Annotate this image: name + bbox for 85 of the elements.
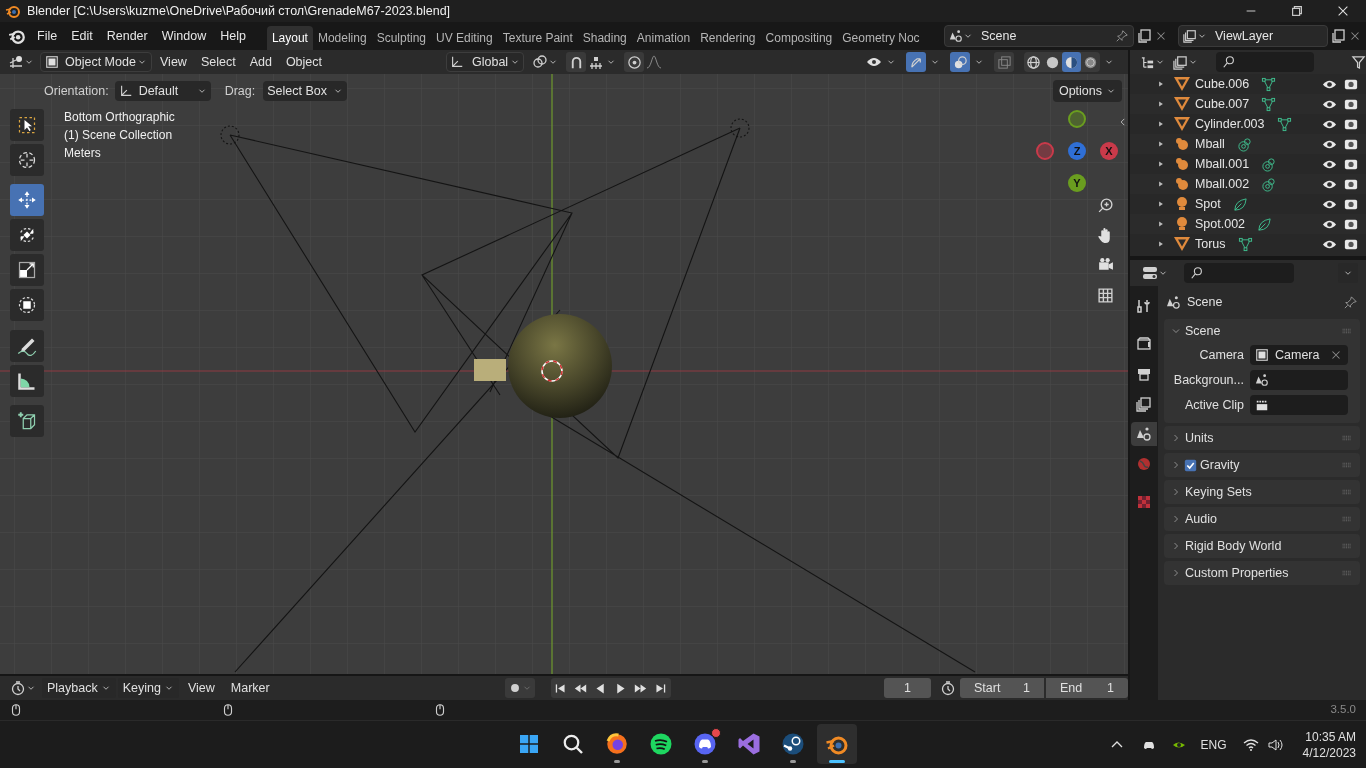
drag-setting-label: Drag: [224, 82, 256, 100]
object-name[interactable]: Cylinder.003 [1195, 114, 1265, 134]
clock-date[interactable]: 4/12/2023 [1302, 744, 1356, 761]
panel-header[interactable]: Scene [1164, 319, 1360, 343]
workspace-tab[interactable]: UV Editing [431, 26, 498, 50]
menu-dropdown[interactable]: Keying [117, 678, 179, 698]
object-name[interactable]: Spot [1195, 194, 1221, 214]
options-label: Options [1058, 82, 1102, 100]
panel-title: Scene [1185, 322, 1221, 340]
start-label: Start [974, 679, 1001, 697]
workspace-tab[interactable]: Layout [266, 26, 313, 50]
object-name[interactable]: Cube.006 [1195, 74, 1250, 94]
workspace-tab[interactable]: Geometry Noc [837, 26, 925, 50]
menu-item[interactable]: View [154, 52, 193, 72]
end-frame-field[interactable]: End 1 [1046, 678, 1128, 698]
object-name[interactable]: Mball [1195, 134, 1225, 154]
object-name[interactable]: Mball.002 [1195, 174, 1250, 194]
current-frame-field[interactable]: 1 [883, 678, 931, 698]
start-value: 1 [1023, 679, 1030, 697]
panel-header[interactable]: Custom Properties [1164, 561, 1360, 585]
viewport-info-text: (1) Scene Collection [64, 127, 174, 144]
menu-item[interactable]: Select [194, 52, 242, 72]
panel-header[interactable]: Audio [1164, 507, 1360, 531]
end-label: End [1060, 679, 1083, 697]
menu-item[interactable]: Edit [64, 25, 100, 47]
workspace-tab[interactable]: Rendering [695, 26, 761, 50]
orientation-setting-label: Orientation: [44, 82, 109, 100]
drag-dropdown[interactable]: Select Box [263, 81, 348, 101]
field-label: Active Clip [1183, 396, 1244, 414]
viewport-info-text: Meters [64, 145, 102, 162]
view-layer-name: ViewLayer [1215, 27, 1274, 45]
drag-value: Select Box [267, 82, 327, 100]
scene-selector[interactable]: Scene [944, 25, 1134, 47]
clock-time[interactable]: 10:35 AM [1305, 728, 1356, 745]
version-text: 3.5.0 [1330, 702, 1356, 718]
object-name[interactable]: Spot.002 [1195, 214, 1246, 234]
mode-label: Object Mode [65, 53, 136, 71]
panel-title: Keying Sets [1185, 483, 1252, 501]
workspace-tab[interactable]: Texture Paint [497, 26, 578, 50]
scene-name: Scene [981, 27, 1017, 45]
menu-label: Playback [47, 679, 98, 697]
object-name[interactable]: Cube.007 [1195, 94, 1250, 114]
menu-item[interactable]: Render [99, 25, 155, 47]
menu-item[interactable]: Window [154, 25, 214, 47]
menu-item[interactable]: Help [213, 25, 253, 47]
field-label: Camera [1198, 346, 1244, 364]
panel-title: Units [1185, 429, 1214, 447]
orientation-dropdown[interactable]: Global [446, 52, 524, 72]
options-dropdown[interactable]: Options [1052, 80, 1122, 102]
workspace-tab[interactable]: Animation [631, 26, 696, 50]
menu-item[interactable]: Add [243, 52, 278, 72]
panel-title: Custom Properties [1185, 564, 1289, 582]
panel-header[interactable]: Keying Sets [1164, 480, 1360, 504]
end-value: 1 [1107, 679, 1114, 697]
menu-item[interactable]: File [30, 25, 65, 47]
language-indicator[interactable]: ENG [1200, 735, 1227, 754]
workspace-tab[interactable]: Compositing [760, 26, 838, 50]
panel-title: Audio [1185, 510, 1217, 528]
workspace-tab[interactable]: Shading [577, 26, 632, 50]
panel-header[interactable]: Rigid Body World [1164, 534, 1360, 558]
panel-header[interactable]: Gravity [1164, 453, 1360, 477]
panel-title: Rigid Body World [1185, 537, 1282, 555]
field-label: Backgroun... [1172, 371, 1244, 389]
workspace-tab[interactable]: Modeling [312, 26, 372, 50]
view-layer-selector[interactable]: ViewLayer [1178, 25, 1328, 47]
start-frame-field[interactable]: Start 1 [960, 678, 1044, 698]
orientation-setting-value: Default [138, 82, 179, 100]
field-value: Camera [1275, 346, 1320, 364]
object-name[interactable]: Mball.001 [1195, 154, 1250, 174]
menu-item[interactable]: View [180, 678, 222, 698]
context-title: Scene [1187, 293, 1223, 311]
object-name[interactable]: Torus [1195, 234, 1226, 254]
panel-title: Gravity [1200, 456, 1240, 474]
panel-header[interactable]: Units [1164, 426, 1360, 450]
menu-label: Keying [122, 679, 161, 697]
menu-dropdown[interactable]: Playback [42, 678, 116, 698]
orientation-label: Global [472, 53, 509, 71]
value-field[interactable]: Camera [1250, 345, 1348, 365]
orientation-setting-dropdown[interactable]: Default [114, 81, 211, 101]
mode-dropdown[interactable]: Object Mode [40, 52, 152, 72]
menu-item[interactable]: Object [279, 52, 328, 72]
window-title: Blender [C:\Users\kuzme\OneDrive\Рабочий стол\GrenadeM67-2023.blend] [27, 2, 451, 20]
menu-item[interactable]: Marker [223, 678, 277, 698]
workspace-tab[interactable]: Sculpting [371, 26, 431, 50]
viewport-info-text: Bottom Orthographic [64, 109, 175, 126]
